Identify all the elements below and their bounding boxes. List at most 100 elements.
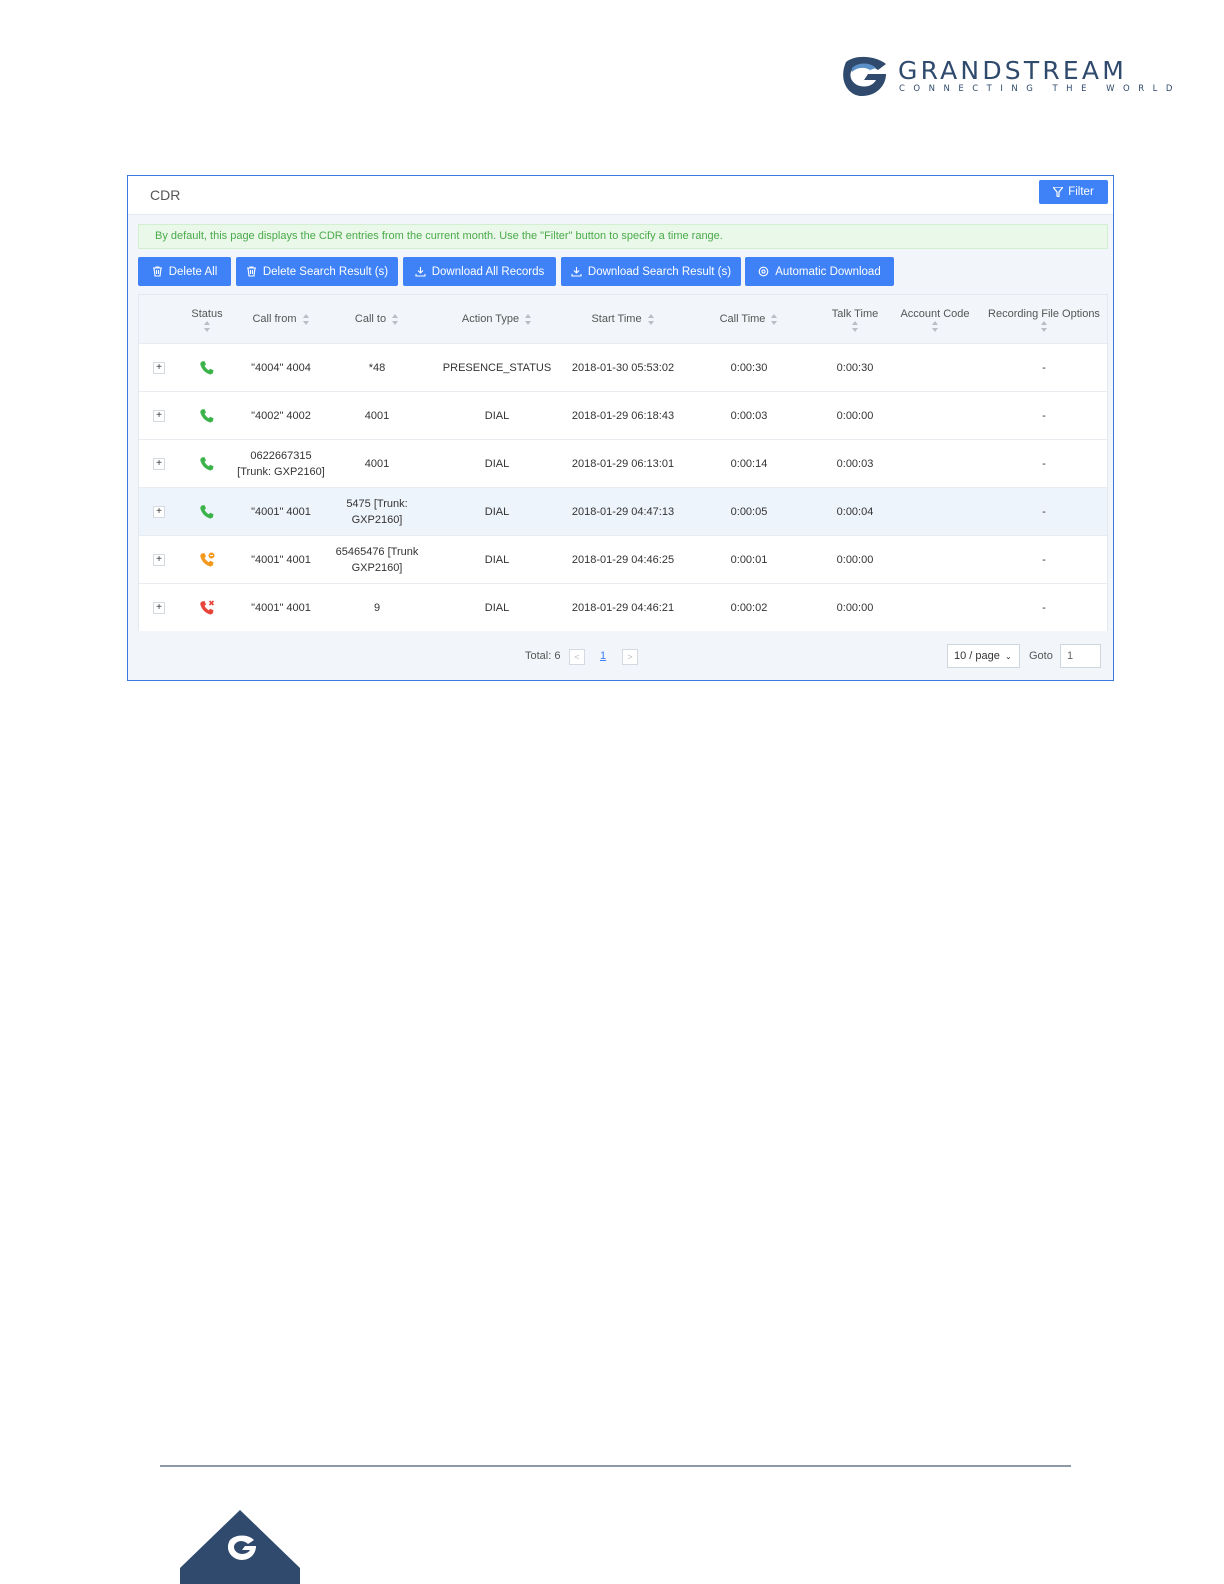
cell-recording-file-options: - — [1042, 458, 1046, 470]
expand-row-icon[interactable]: + — [153, 506, 165, 518]
goto-page-input[interactable]: 1 — [1060, 644, 1101, 668]
cell-call-time: 0:00:05 — [730, 506, 768, 518]
column-call-from[interactable]: Call from — [235, 295, 327, 343]
cell-action-type: PRESENCE_STATUS — [442, 362, 552, 374]
phone-answered-icon — [200, 361, 214, 375]
column-recording-label: Recording File Options — [988, 307, 1100, 320]
cell-talk-time: 0:00:00 — [836, 602, 874, 614]
download-all-records-label: Download All Records — [431, 265, 545, 278]
cell-action-type: DIAL — [484, 602, 510, 614]
column-call-from-label: Call from — [252, 313, 297, 325]
column-status[interactable]: Status — [183, 295, 231, 343]
column-start-time-label: Start Time — [591, 313, 642, 325]
table-row[interactable]: +0622667315 [Trunk: GXP2160] 4001 DIAL 2018… — [139, 439, 1107, 487]
cell-status — [183, 392, 231, 440]
grandstream-logo: GRANDSTREAM CONNECTING THE WORLD — [842, 54, 1172, 100]
delete-search-result-button[interactable]: Delete Search Result (s) — [236, 257, 398, 286]
column-talk-time-label: Talk Time — [831, 307, 879, 320]
filter-label: Filter — [1068, 186, 1094, 198]
settings-icon — [758, 266, 769, 277]
phone-answered-icon — [200, 505, 214, 519]
cell-status — [183, 536, 231, 584]
brand-name: GRANDSTREAM — [898, 56, 1127, 85]
phone-answered-icon — [200, 457, 214, 471]
prev-page-button[interactable]: < — [569, 649, 585, 665]
sort-icon — [1040, 320, 1048, 332]
cell-call-from: "4001" 4001 — [251, 506, 311, 518]
cell-status — [183, 440, 231, 488]
table-row[interactable]: + "4001" 4001 5475 [Trunk: GXP2160] DIAL 201… — [139, 487, 1107, 535]
cell-action-type: DIAL — [484, 506, 510, 518]
cell-recording-file-options: - — [1042, 602, 1046, 614]
column-action-type[interactable]: Action Type — [437, 295, 557, 343]
cell-status — [183, 488, 231, 536]
expand-row-icon[interactable]: + — [153, 602, 165, 614]
page-size-value: 10 / page — [954, 650, 1000, 662]
cell-action-type: DIAL — [484, 554, 510, 566]
download-icon — [415, 267, 426, 277]
sort-icon — [302, 313, 310, 325]
cell-account-code — [893, 584, 977, 632]
column-account-code-label: Account Code — [900, 307, 970, 320]
total-count: Total: 6 — [525, 650, 561, 662]
cell-call-from: "4004" 4004 — [251, 362, 311, 374]
cell-call-time: 0:00:02 — [730, 602, 768, 614]
cell-call-to: 9 — [373, 602, 381, 614]
expand-row-icon[interactable]: + — [153, 458, 165, 470]
filter-button[interactable]: Filter — [1039, 180, 1108, 204]
column-call-to[interactable]: Call to — [331, 295, 423, 343]
table-row[interactable]: + "4001" 4001 65465476 [Trunk GXP2160] DIAL… — [139, 535, 1107, 583]
expand-row-icon[interactable]: + — [153, 554, 165, 566]
cell-call-to: 4001 — [364, 410, 390, 422]
table-row[interactable]: + "4001" 4001 9 DIAL 2018-01-29 04:46:21 0:00… — [139, 583, 1107, 631]
download-icon — [571, 267, 582, 277]
automatic-download-button[interactable]: Automatic Download — [745, 257, 894, 286]
cell-start-time: 2018-01-29 04:46:25 — [571, 554, 675, 566]
cell-call-time: 0:00:03 — [730, 410, 768, 422]
sort-icon — [931, 320, 939, 332]
grandstream-footer-logo-icon — [180, 1510, 300, 1584]
expand-row-icon[interactable]: + — [153, 410, 165, 422]
column-call-time[interactable]: Call Time — [699, 295, 799, 343]
expand-row-icon[interactable]: + — [153, 362, 165, 374]
next-page-button[interactable]: > — [622, 649, 638, 665]
cell-account-code — [893, 440, 977, 488]
cell-call-time: 0:00:01 — [730, 554, 768, 566]
column-recording-file-options[interactable]: Recording File Options — [981, 295, 1107, 343]
trash-icon — [246, 266, 256, 277]
column-call-to-label: Call to — [354, 313, 387, 325]
cell-action-type: DIAL — [484, 458, 510, 470]
cell-call-from: "4001" 4001 — [251, 602, 311, 614]
sort-icon — [392, 313, 399, 325]
cell-recording-file-options: - — [1042, 506, 1046, 518]
table-row[interactable]: + "4002" 4002 4001 DIAL 2018-01-29 06:18:43 0… — [139, 391, 1107, 439]
column-action-type-label: Action Type — [461, 313, 520, 325]
page-title: CDR — [150, 187, 181, 203]
brand-tagline: CONNECTING THE WORLD — [899, 84, 1181, 94]
column-start-time[interactable]: Start Time — [563, 295, 683, 343]
cell-talk-time: 0:00:30 — [836, 362, 874, 374]
column-account-code[interactable]: Account Code — [893, 295, 977, 343]
footer-divider — [160, 1465, 1071, 1467]
download-all-records-button[interactable]: Download All Records — [403, 257, 556, 286]
column-talk-time[interactable]: Talk Time — [815, 295, 895, 343]
trash-icon — [152, 266, 162, 277]
page-size-select[interactable]: 10 / page ⌄ — [947, 644, 1020, 668]
cell-start-time: 2018-01-29 04:47:13 — [571, 506, 675, 518]
cdr-panel: CDR Filter By default, this page display… — [127, 175, 1114, 681]
cell-account-code — [893, 344, 977, 392]
cdr-table: Status Call from Call to Action Type Sta… — [138, 294, 1108, 631]
table-row[interactable]: + "4004" 4004 *48 PRESENCE_STATUS 2018-01-30… — [139, 343, 1107, 391]
page-number-1[interactable]: 1 — [600, 650, 606, 662]
cell-start-time: 2018-01-29 06:13:01 — [571, 458, 675, 470]
grandstream-logo-mark-icon — [843, 56, 886, 96]
column-call-time-label: Call Time — [719, 313, 766, 325]
cell-recording-file-options: - — [1042, 410, 1046, 422]
panel-header: CDR Filter — [128, 176, 1113, 215]
cell-account-code — [893, 536, 977, 584]
cell-call-to: *48 — [368, 362, 386, 374]
delete-all-button[interactable]: Delete All — [138, 257, 231, 286]
sort-icon — [203, 320, 211, 332]
download-search-result-button[interactable]: Download Search Result (s) — [561, 257, 741, 286]
cell-account-code — [893, 488, 977, 536]
